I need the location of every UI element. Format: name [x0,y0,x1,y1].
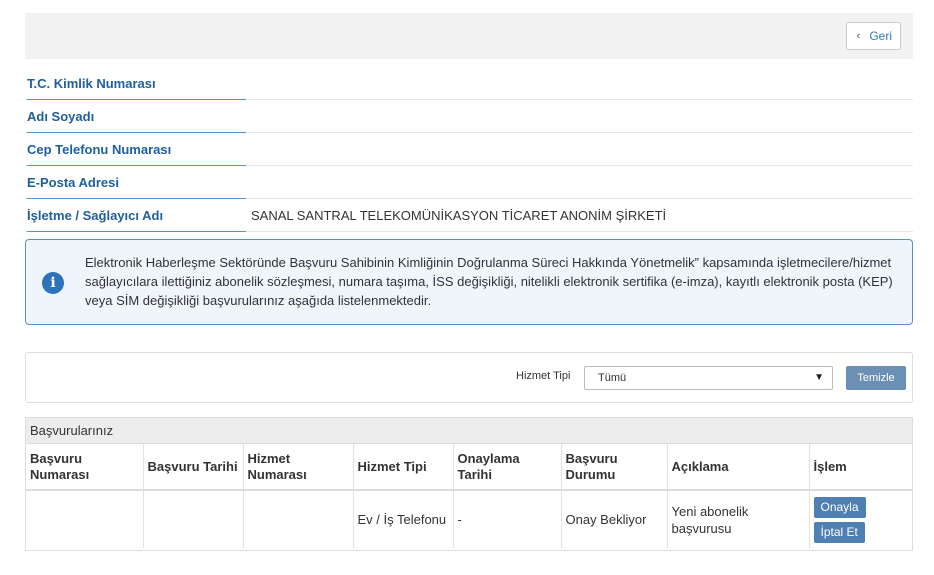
info-label-name: Adı Soyadı [27,100,246,133]
clear-button[interactable]: Temizle [846,366,906,390]
info-label-email: E-Posta Adresi [27,166,246,199]
col-application-date: Başvuru Tarihi [143,444,244,491]
col-approval-date: Onaylama Tarihi [453,444,562,491]
cell-description: Yeni abonelik başvurusu [667,490,810,548]
back-button[interactable]: ‹ Geri [845,22,901,50]
info-row-phone: Cep Telefonu Numarası [25,133,913,166]
chevron-left-icon: ‹ [856,30,861,42]
col-service-number: Hizmet Numarası [243,444,354,491]
service-type-select[interactable]: Tümü ▼ [584,366,833,390]
col-service-type: Hizmet Tipi [353,444,454,491]
info-value-provider: SANAL SANTRAL TELEKOMÜNİKASYON TİCARET A… [251,208,667,223]
cell-service-number [243,490,354,548]
info-icon: i [42,272,64,294]
col-action: İşlem [809,444,912,491]
info-alert: i Elektronik Haberleşme Sektöründe Başvu… [25,239,913,325]
info-row-provider: İşletme / Sağlayıcı Adı SANAL SANTRAL TE… [25,199,913,232]
col-description: Açıklama [667,444,810,491]
back-button-label: Geri [869,29,892,43]
filter-panel: Hizmet Tipi Tümü ▼ Temizle [25,352,913,403]
cell-status: Onay Bekliyor [561,490,668,548]
col-application-number: Başvuru Numarası [26,444,144,491]
top-bar: ‹ Geri [25,13,913,59]
approve-button[interactable]: Onayla [813,496,866,518]
filter-label: Hizmet Tipi [516,370,571,382]
applications-title: Başvurularınız [26,418,912,444]
info-row-email: E-Posta Adresi [25,166,913,199]
info-row-name: Adı Soyadı [25,100,913,133]
applications-panel: Başvurularınız Başvuru Numarası Başvuru … [25,417,913,551]
cell-action: Onayla İptal Et [809,490,912,548]
cell-service-type: Ev / İş Telefonu [353,490,454,548]
cell-approval-date: - [453,490,562,548]
table-header-row: Başvuru Numarası Başvuru Tarihi Hizmet N… [26,444,912,491]
info-label-phone: Cep Telefonu Numarası [27,133,246,166]
cell-application-date [143,490,244,548]
cancel-button[interactable]: İptal Et [813,521,865,543]
info-row-tc: T.C. Kimlik Numarası [25,67,913,100]
col-application-status: Başvuru Durumu [561,444,668,491]
table-row: Ev / İş Telefonu - Onay Bekliyor Yeni ab… [26,490,912,548]
cell-application-number [26,490,144,548]
service-type-selected: Tümü [598,372,627,384]
applications-table: Başvuru Numarası Başvuru Tarihi Hizmet N… [26,444,912,548]
info-label-provider: İşletme / Sağlayıcı Adı [27,199,246,232]
alert-text: Elektronik Haberleşme Sektöründe Başvuru… [85,255,893,308]
info-label-tc: T.C. Kimlik Numarası [27,67,246,100]
caret-down-icon: ▼ [814,372,824,383]
